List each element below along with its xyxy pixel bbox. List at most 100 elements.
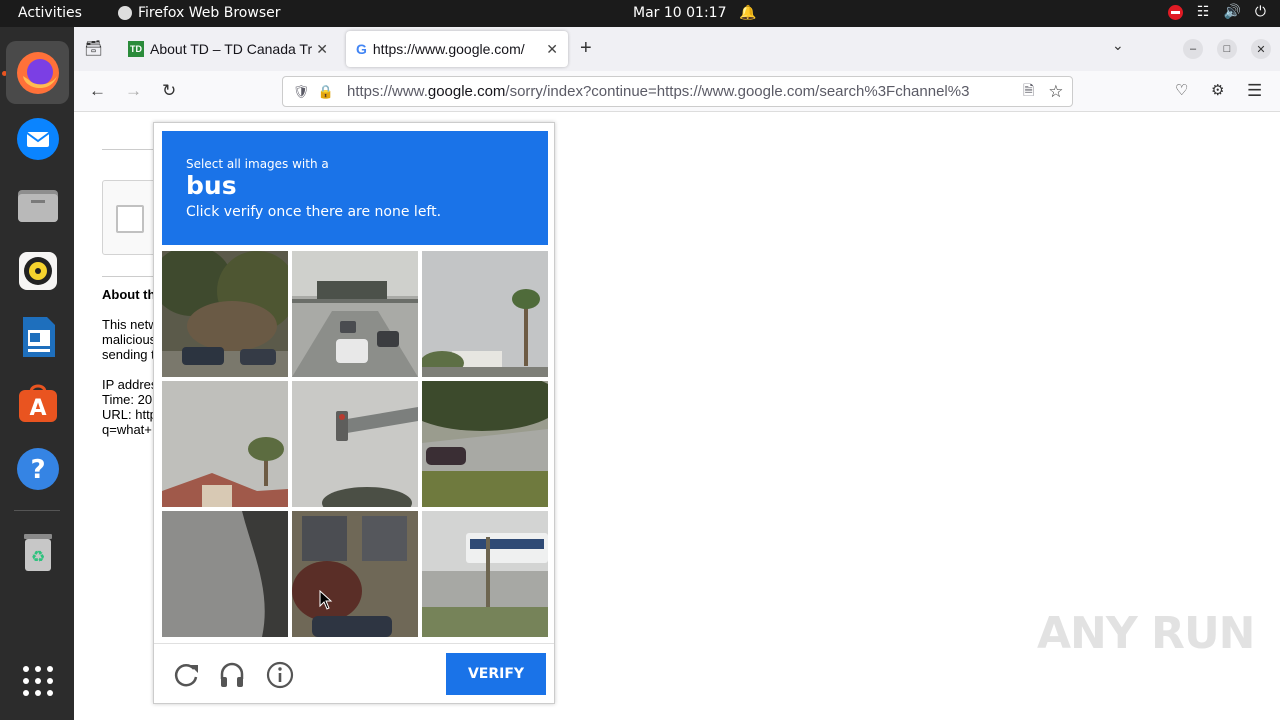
dock-thunderbird[interactable] (6, 107, 69, 170)
svg-text:A: A (29, 396, 46, 421)
captcha-prompt: Select all images with a (186, 157, 329, 171)
reload-icon[interactable]: ↻ (162, 81, 176, 101)
info-icon[interactable] (264, 659, 296, 691)
close-window-icon[interactable]: ✕ (1251, 39, 1271, 59)
tile-image (292, 381, 418, 507)
page-text-line: This netw (102, 317, 158, 332)
bell-icon[interactable]: 🔔 (739, 5, 756, 21)
close-tab-icon[interactable]: ✕ (316, 41, 328, 58)
captcha-instruction: Click verify once there are none left. (186, 204, 442, 220)
tile-image (162, 251, 288, 377)
app-grid-icon (22, 665, 53, 696)
captcha-challenge: Select all images with a bus Click verif… (153, 122, 555, 704)
captcha-tile-9[interactable] (422, 511, 548, 637)
dock-writer[interactable] (6, 305, 69, 368)
do-not-disturb-icon (1167, 4, 1183, 20)
firefox-view-icon[interactable]: 🗃 (84, 39, 103, 57)
tab-google[interactable]: G https://www.google.com/ ✕ (346, 31, 568, 67)
close-tab-icon[interactable]: ✕ (546, 41, 558, 58)
google-favicon-icon: G (356, 41, 367, 57)
ip-address-line: IP addres (102, 377, 158, 392)
firefox-icon (16, 51, 59, 94)
footer-divider (154, 643, 554, 644)
extensions-icon[interactable]: ⚙ (1211, 81, 1224, 99)
tab-title: https://www.google.com/ (372, 41, 525, 57)
tab-strip: 🗃 TD About TD – TD Canada Tr ✕ G https:/… (74, 27, 1280, 71)
url-text[interactable]: https://www.google.com/sorry/index?conti… (347, 83, 1015, 100)
time-line: Time: 20 (102, 392, 153, 407)
captcha-tile-5[interactable] (292, 381, 418, 507)
tile-image (292, 251, 418, 377)
address-bar[interactable]: 🛡 🔒 https://www.google.com/sorry/index?c… (282, 76, 1073, 107)
system-top-bar: Activities Firefox Web Browser Mar 10 01… (0, 0, 1280, 27)
files-icon (17, 189, 58, 222)
captcha-tile-8[interactable] (292, 511, 418, 637)
show-apps-button[interactable] (6, 649, 69, 712)
tracking-shield-icon[interactable]: 🛡 (291, 84, 311, 100)
app-center-icon: A (18, 384, 57, 422)
url-line: URL: http (102, 407, 157, 422)
dock-help[interactable]: ? (6, 437, 69, 500)
recaptcha-checkbox[interactable] (116, 205, 144, 233)
dock-firefox[interactable] (6, 41, 69, 104)
tile-image (422, 381, 548, 507)
tile-image (292, 511, 418, 637)
dock-app-center[interactable]: A (6, 371, 69, 434)
reader-view-icon[interactable]: 🗎 (1023, 80, 1034, 104)
tile-image (162, 511, 288, 637)
verify-button[interactable]: VERIFY (446, 653, 546, 695)
firefox-app-icon (118, 6, 132, 20)
captcha-header: Select all images with a bus Click verif… (162, 131, 548, 245)
trash-icon: ♻ (23, 533, 52, 571)
thunderbird-icon (16, 117, 59, 160)
captcha-tile-2[interactable] (292, 251, 418, 377)
mouse-cursor-icon (319, 590, 333, 610)
dock-separator (14, 510, 60, 511)
svg-text:?: ? (30, 455, 45, 485)
rhythmbox-icon (18, 251, 57, 290)
tile-image (422, 511, 548, 637)
about-heading: About th (102, 287, 156, 302)
captcha-keyword: bus (186, 171, 237, 200)
captcha-tile-7[interactable] (162, 511, 288, 637)
navigation-toolbar: ← → ↻ 🛡 🔒 https://www.google.com/sorry/i… (74, 71, 1280, 112)
query-line: q=what+ (102, 422, 152, 437)
page-text-line: sending t (102, 347, 155, 362)
app-menu[interactable]: Firefox Web Browser (118, 5, 281, 21)
list-tabs-chevron-icon[interactable]: ⌄ (1112, 37, 1124, 54)
volume-icon: 🔊 (1223, 4, 1241, 20)
tile-image (422, 251, 548, 377)
tab-title: About TD – TD Canada Tr (150, 41, 313, 57)
page-text-line: malicious (102, 332, 157, 347)
dock-rhythmbox[interactable] (6, 239, 69, 302)
menu-hamburger-icon[interactable]: ☰ (1247, 81, 1262, 101)
system-tray[interactable]: ☷ 🔊 ⏻ (1167, 4, 1266, 20)
maximize-icon[interactable]: □ (1217, 39, 1237, 59)
new-tab-plus-icon[interactable]: + (580, 37, 592, 60)
reload-challenge-icon[interactable] (170, 659, 202, 691)
tab-td[interactable]: TD About TD – TD Canada Tr ✕ (118, 31, 338, 67)
td-favicon-icon: TD (128, 41, 144, 57)
minimize-icon[interactable]: – (1183, 39, 1203, 59)
captcha-tile-1[interactable] (162, 251, 288, 377)
captcha-tile-4[interactable] (162, 381, 288, 507)
forward-arrow-icon[interactable]: → (125, 81, 142, 101)
tile-image (162, 381, 288, 507)
captcha-tile-3[interactable] (422, 251, 548, 377)
dock: A ? ♻ (0, 27, 74, 720)
pocket-icon[interactable]: ♡ (1175, 81, 1188, 99)
writer-icon (22, 316, 55, 357)
activities-button[interactable]: Activities (18, 5, 82, 21)
bookmark-star-icon[interactable]: ☆ (1048, 82, 1063, 102)
app-menu-label: Firefox Web Browser (138, 5, 281, 21)
lock-icon[interactable]: 🔒 (317, 84, 335, 100)
anyrun-watermark: ANY RUN (1037, 608, 1255, 659)
help-icon: ? (16, 447, 59, 490)
back-arrow-icon[interactable]: ← (89, 81, 106, 101)
clock[interactable]: Mar 10 01:17 (633, 5, 726, 21)
watermark-text: ANY RUN (1037, 608, 1255, 659)
audio-challenge-headphones-icon[interactable] (216, 659, 248, 691)
dock-trash[interactable]: ♻ (6, 519, 69, 582)
dock-files[interactable] (6, 173, 69, 236)
captcha-tile-6[interactable] (422, 381, 548, 507)
